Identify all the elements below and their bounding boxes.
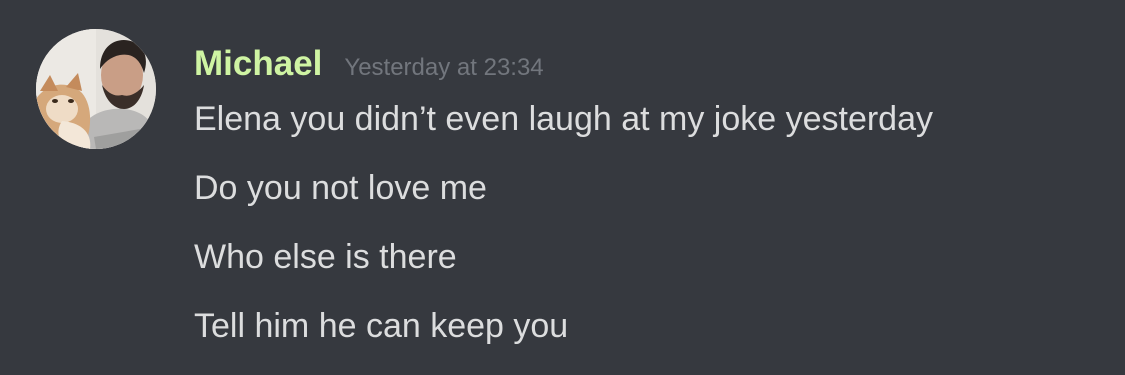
message-line: Elena you didn’t even laugh at my joke y… xyxy=(194,100,934,138)
message-line: Do you not love me xyxy=(194,169,487,207)
avatar-photo xyxy=(36,29,156,149)
timestamp[interactable]: Yesterday at 23:34 xyxy=(344,54,543,82)
message-group: Michael Yesterday at 23:34 Elena you didn… xyxy=(0,0,1125,375)
message-header: Michael Yesterday at 23:34 xyxy=(194,44,544,90)
username[interactable]: Michael xyxy=(194,44,322,84)
avatar[interactable] xyxy=(36,29,156,149)
message-line: Tell him he can keep you xyxy=(194,307,569,345)
message-content: Elena you didn’t even laugh at my joke y… xyxy=(194,99,933,346)
message-line: Who else is there xyxy=(194,238,457,276)
